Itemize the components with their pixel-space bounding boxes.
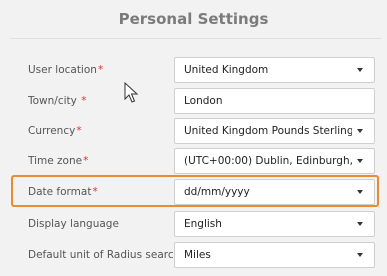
caret-down-icon xyxy=(357,129,363,133)
caret-down-icon xyxy=(357,68,363,72)
radius-unit-value: Miles xyxy=(184,249,211,261)
required-marker: * xyxy=(81,95,87,107)
time-zone-select[interactable]: (UTC+00:00) Dublin, Edinburgh, Lis... xyxy=(174,148,375,174)
display-language-select[interactable]: English xyxy=(174,211,375,237)
field-row-town-city: Town/city * London xyxy=(0,88,387,114)
town-city-input[interactable]: London xyxy=(174,88,375,114)
user-location-label: User location* xyxy=(28,64,104,76)
caret-down-icon xyxy=(357,159,363,163)
time-zone-value: (UTC+00:00) Dublin, Edinburgh, Lis... xyxy=(184,155,352,167)
personal-settings-panel: Personal Settings User location* United … xyxy=(0,0,387,276)
time-zone-label: Time zone* xyxy=(28,155,89,167)
display-language-value: English xyxy=(184,218,222,230)
currency-value: United Kingdom Pounds Sterling (... xyxy=(184,125,352,137)
field-row-radius-unit: Default unit of Radius search Miles xyxy=(0,242,387,268)
town-city-value: London xyxy=(184,95,223,107)
currency-label: Currency* xyxy=(28,125,82,137)
field-row-display-language: Display language English xyxy=(0,211,387,237)
radius-unit-label: Default unit of Radius search xyxy=(28,249,181,261)
field-row-user-location: User location* United Kingdom xyxy=(0,57,387,83)
display-language-label: Display language xyxy=(28,218,119,230)
currency-select[interactable]: United Kingdom Pounds Sterling (... xyxy=(174,118,375,144)
user-location-value: United Kingdom xyxy=(184,64,269,76)
field-row-time-zone: Time zone* (UTC+00:00) Dublin, Edinburgh… xyxy=(0,148,387,174)
title-divider xyxy=(10,38,381,39)
field-row-currency: Currency* United Kingdom Pounds Sterling… xyxy=(0,118,387,144)
date-format-highlight xyxy=(11,175,379,207)
caret-down-icon xyxy=(357,222,363,226)
town-city-label: Town/city * xyxy=(28,95,87,107)
caret-down-icon xyxy=(357,253,363,257)
page-title: Personal Settings xyxy=(118,10,269,28)
user-location-select[interactable]: United Kingdom xyxy=(174,57,375,83)
radius-unit-select[interactable]: Miles xyxy=(174,242,375,268)
required-marker: * xyxy=(97,64,104,76)
mouse-pointer-icon xyxy=(124,82,139,103)
required-marker: * xyxy=(83,155,89,167)
required-marker: * xyxy=(76,125,82,137)
